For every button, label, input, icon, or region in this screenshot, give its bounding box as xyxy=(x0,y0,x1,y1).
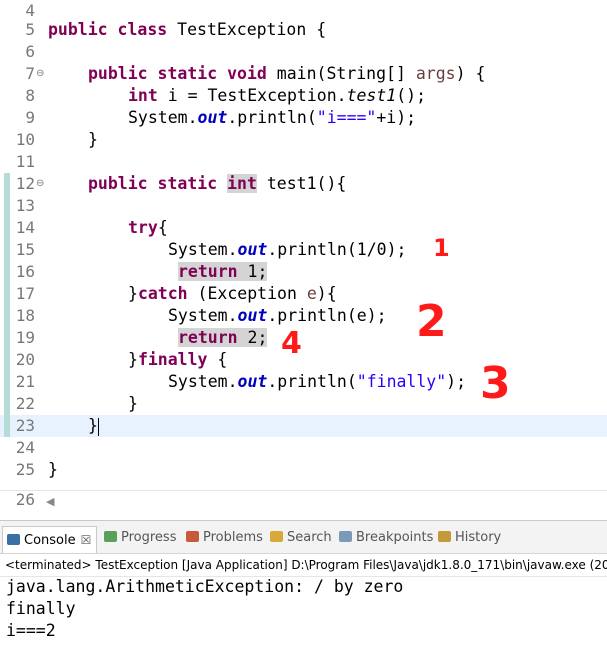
code-text: return 1; xyxy=(178,262,268,281)
line-number: 15 xyxy=(15,240,35,259)
line-number: 5 xyxy=(25,20,35,39)
code-line: 14 try{ xyxy=(0,217,607,239)
line-number: 7 xyxy=(25,64,35,83)
code-line: 11 xyxy=(0,151,607,173)
code-line: 18 System.out.println(e); xyxy=(0,305,607,327)
code-line: 16 return 1; xyxy=(0,261,607,283)
text-caret xyxy=(97,417,99,436)
code-text: }catch (Exception e){ xyxy=(128,284,337,303)
code-text: public static void main(String[] args) { xyxy=(88,64,486,83)
line-number: 14 xyxy=(15,218,35,237)
scroll-left-icon[interactable]: ◀ xyxy=(46,495,54,508)
code-text: int i = TestException.test1(); xyxy=(128,86,427,105)
code-line: 22 } xyxy=(0,393,607,415)
line-number: 19 xyxy=(15,328,35,347)
console-icon xyxy=(7,534,20,545)
tab-progress[interactable]: Progress xyxy=(104,528,176,548)
code-text: System.out.println(1/0); xyxy=(168,240,407,259)
console-output-line: finally xyxy=(6,599,76,618)
code-text: return 2; xyxy=(178,328,268,347)
code-line: 5 public class TestException { xyxy=(0,19,607,41)
tab-breakpoints[interactable]: Breakpoints xyxy=(339,528,433,548)
line-number: 18 xyxy=(15,306,35,325)
code-line: 7 ⊖ public static void main(String[] arg… xyxy=(0,63,607,85)
line-number: 16 xyxy=(15,262,35,281)
code-line: 10 } xyxy=(0,129,607,151)
line-number: 11 xyxy=(15,152,35,171)
tab-history[interactable]: History xyxy=(438,528,501,548)
console-status-line: <terminated> TestException [Java Applica… xyxy=(0,554,607,577)
line-number: 26 xyxy=(15,490,35,509)
line-number: 8 xyxy=(25,86,35,105)
code-text: System.out.println("finally"); xyxy=(168,372,467,391)
code-line: 19 return 2; xyxy=(0,327,607,349)
tab-problems[interactable]: Problems xyxy=(186,528,263,548)
fold-toggle-icon[interactable]: ⊖ xyxy=(36,178,44,189)
code-text: System.out.println(e); xyxy=(168,306,387,325)
annotation-mark-1: 1 xyxy=(433,234,450,262)
tab-search[interactable]: Search xyxy=(270,528,332,548)
line-number: 24 xyxy=(15,438,35,457)
code-line: 8 int i = TestException.test1(); xyxy=(0,85,607,107)
console-output-line: java.lang.ArithmeticException: / by zero xyxy=(6,577,404,596)
code-text: try{ xyxy=(128,218,168,237)
code-line: 9 System.out.println("i==="+i); xyxy=(0,107,607,129)
code-line: 15 System.out.println(1/0); xyxy=(0,239,607,261)
tab-console[interactable]: Console ☒ xyxy=(2,526,98,553)
annotation-mark-3: 3 xyxy=(480,358,511,409)
line-number: 25 xyxy=(15,460,35,479)
code-line: 12 ⊖ public static int test1(){ xyxy=(0,173,607,195)
problems-icon xyxy=(186,531,199,542)
code-text: } xyxy=(48,460,58,479)
line-number: 6 xyxy=(25,42,35,61)
search-icon xyxy=(270,531,283,542)
console-view[interactable]: Console ☒ Progress Problems Search Breakp… xyxy=(0,520,607,667)
code-text: public class TestException { xyxy=(48,20,327,39)
code-line: 25 } xyxy=(0,459,607,481)
annotation-mark-2: 2 xyxy=(416,296,447,347)
code-line: 20 }finally { xyxy=(0,349,607,371)
line-number: 21 xyxy=(15,372,35,391)
code-line: 6 xyxy=(0,41,607,63)
line-number: 22 xyxy=(15,394,35,413)
line-number: 23 xyxy=(15,416,35,435)
code-line-current: 23 } xyxy=(0,415,607,437)
history-icon xyxy=(438,531,451,542)
close-icon[interactable]: ☒ xyxy=(81,533,92,547)
fold-toggle-icon[interactable]: ⊖ xyxy=(36,68,44,79)
breakpoints-icon xyxy=(339,531,352,542)
code-line: 17 }catch (Exception e){ xyxy=(0,283,607,305)
line-number: 13 xyxy=(15,196,35,215)
console-output-line: i===2 xyxy=(6,621,56,640)
line-number: 17 xyxy=(15,284,35,303)
code-text: } xyxy=(128,394,138,413)
code-text: public static int test1(){ xyxy=(88,174,347,193)
horizontal-scrollbar[interactable]: 26 ◀ xyxy=(0,490,607,512)
line-number: 12 xyxy=(15,174,35,193)
line-number: 10 xyxy=(15,130,35,149)
code-line: 21 System.out.println("finally"); xyxy=(0,371,607,393)
code-text: }finally { xyxy=(128,350,228,369)
code-text: } xyxy=(88,130,98,149)
line-number: 9 xyxy=(25,108,35,127)
code-text: System.out.println("i==="+i); xyxy=(128,108,417,127)
code-text: } xyxy=(88,416,99,436)
view-tab-bar: Console ☒ Progress Problems Search Breakp… xyxy=(0,521,607,554)
progress-icon xyxy=(104,531,117,542)
annotation-mark-4: 4 xyxy=(281,326,302,361)
code-line: 24 xyxy=(0,437,607,459)
code-line: 13 xyxy=(0,195,607,217)
line-number: 20 xyxy=(15,350,35,369)
code-editor[interactable]: 4 5 public class TestException { 6 7 ⊖ p… xyxy=(0,0,607,512)
